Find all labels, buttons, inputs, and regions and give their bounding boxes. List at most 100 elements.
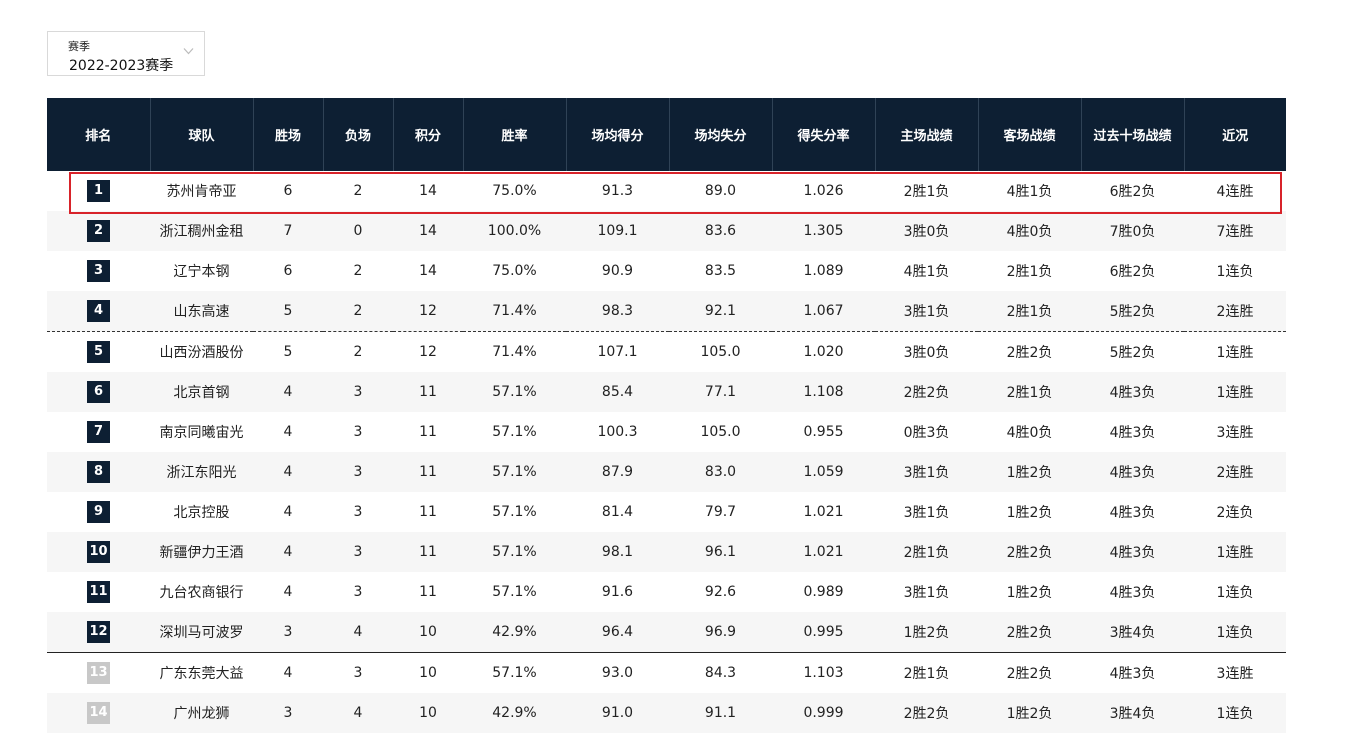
wins-cell: 6 — [253, 251, 323, 291]
standings-table: 排名 球队 胜场 负场 积分 胜率 场均得分 场均失分 得失分率 主场战绩 客场… — [47, 98, 1286, 733]
away-record-cell: 2胜2负 — [978, 652, 1081, 693]
ppg-cell: 107.1 — [566, 331, 669, 372]
home-record-cell: 0胜3负 — [875, 412, 978, 452]
header-ratio: 得失分率 — [771, 98, 875, 171]
win-pct-cell: 57.1% — [463, 492, 566, 532]
season-select[interactable]: 赛季 2022-2023赛季 — [47, 31, 205, 76]
header-points: 积分 — [392, 98, 463, 171]
rank-badge: 9 — [87, 501, 110, 523]
last10-cell: 6胜2负 — [1081, 171, 1184, 211]
streak-cell: 2连负 — [1184, 492, 1286, 532]
streak-cell: 2连胜 — [1184, 291, 1286, 332]
win-pct-cell: 42.9% — [463, 612, 566, 653]
streak-cell: 3连胜 — [1184, 412, 1286, 452]
papg-cell: 105.0 — [669, 412, 772, 452]
away-record-cell: 1胜2负 — [978, 572, 1081, 612]
home-record-cell: 2胜1负 — [875, 171, 978, 211]
ratio-cell: 1.059 — [772, 452, 875, 492]
rank-cell: 14 — [47, 693, 150, 733]
away-record-cell: 4胜0负 — [978, 412, 1081, 452]
rank-cell: 4 — [47, 291, 150, 332]
losses-cell: 3 — [323, 532, 393, 572]
ppg-cell: 91.0 — [566, 693, 669, 733]
papg-cell: 105.0 — [669, 331, 772, 372]
wins-cell: 5 — [253, 291, 323, 332]
wins-cell: 4 — [253, 492, 323, 532]
losses-cell: 3 — [323, 412, 393, 452]
team-cell: 山东高速 — [150, 291, 253, 332]
rank-cell: 3 — [47, 251, 150, 291]
table-row: 11 九台农商银行 4 3 11 57.1% 91.6 92.6 0.989 3胜1负 1胜2负 4胜… — [47, 572, 1286, 612]
papg-cell: 83.6 — [669, 211, 772, 251]
table-row: 9 北京控股 4 3 11 57.1% 81.4 79.7 1.021 3胜1负 1胜2负 4胜3负 2… — [47, 492, 1286, 532]
header-ppg: 场均得分 — [565, 98, 669, 171]
streak-cell: 1连负 — [1184, 693, 1286, 733]
rank-badge: 7 — [87, 421, 110, 443]
away-record-cell: 4胜1负 — [978, 171, 1081, 211]
wins-cell: 4 — [253, 412, 323, 452]
last10-cell: 5胜2负 — [1081, 331, 1184, 372]
header-wins: 胜场 — [252, 98, 323, 171]
table-row: 8 浙江东阳光 4 3 11 57.1% 87.9 83.0 1.059 3胜1负 1胜2负 4胜3负… — [47, 452, 1286, 492]
home-record-cell: 3胜1负 — [875, 452, 978, 492]
team-cell: 九台农商银行 — [150, 572, 253, 612]
last10-cell: 4胜3负 — [1081, 372, 1184, 412]
last10-cell: 5胜2负 — [1081, 291, 1184, 332]
last10-cell: 4胜3负 — [1081, 652, 1184, 693]
points-cell: 12 — [393, 291, 463, 332]
away-record-cell: 2胜1负 — [978, 251, 1081, 291]
away-record-cell: 2胜1负 — [978, 291, 1081, 332]
win-pct-cell: 57.1% — [463, 452, 566, 492]
ratio-cell: 1.021 — [772, 532, 875, 572]
rank-cell: 6 — [47, 372, 150, 412]
team-cell: 广州龙狮 — [150, 693, 253, 733]
table-row: 7 南京同曦宙光 4 3 11 57.1% 100.3 105.0 0.955 0胜3负 4胜0负 4… — [47, 412, 1286, 452]
ratio-cell: 1.020 — [772, 331, 875, 372]
away-record-cell: 2胜2负 — [978, 612, 1081, 653]
losses-cell: 2 — [323, 251, 393, 291]
header-team: 球队 — [149, 98, 253, 171]
streak-cell: 2连胜 — [1184, 452, 1286, 492]
home-record-cell: 3胜1负 — [875, 572, 978, 612]
win-pct-cell: 71.4% — [463, 331, 566, 372]
ppg-cell: 87.9 — [566, 452, 669, 492]
points-cell: 11 — [393, 492, 463, 532]
points-cell: 10 — [393, 693, 463, 733]
win-pct-cell: 57.1% — [463, 412, 566, 452]
win-pct-cell: 57.1% — [463, 652, 566, 693]
home-record-cell: 3胜1负 — [875, 492, 978, 532]
wins-cell: 3 — [253, 612, 323, 653]
losses-cell: 3 — [323, 372, 393, 412]
wins-cell: 4 — [253, 572, 323, 612]
rank-badge: 12 — [87, 621, 110, 643]
home-record-cell: 2胜2负 — [875, 693, 978, 733]
win-pct-cell: 75.0% — [463, 251, 566, 291]
team-cell: 辽宁本钢 — [150, 251, 253, 291]
last10-cell: 4胜3负 — [1081, 452, 1184, 492]
streak-cell: 3连胜 — [1184, 652, 1286, 693]
losses-cell: 3 — [323, 652, 393, 693]
ratio-cell: 0.955 — [772, 412, 875, 452]
ratio-cell: 1.103 — [772, 652, 875, 693]
ratio-cell: 1.089 — [772, 251, 875, 291]
papg-cell: 96.9 — [669, 612, 772, 653]
streak-cell: 1连胜 — [1184, 532, 1286, 572]
streak-cell: 1连负 — [1184, 612, 1286, 653]
team-cell: 深圳马可波罗 — [150, 612, 253, 653]
home-record-cell: 1胜2负 — [875, 612, 978, 653]
rank-cell: 8 — [47, 452, 150, 492]
streak-cell: 1连胜 — [1184, 331, 1286, 372]
ppg-cell: 93.0 — [566, 652, 669, 693]
last10-cell: 6胜2负 — [1081, 251, 1184, 291]
rank-badge: 11 — [87, 581, 110, 603]
away-record-cell: 2胜2负 — [978, 331, 1081, 372]
team-cell: 苏州肯帝亚 — [150, 171, 253, 211]
last10-cell: 3胜4负 — [1081, 693, 1184, 733]
ppg-cell: 100.3 — [566, 412, 669, 452]
home-record-cell: 2胜1负 — [875, 652, 978, 693]
win-pct-cell: 75.0% — [463, 171, 566, 211]
last10-cell: 3胜4负 — [1081, 612, 1184, 653]
papg-cell: 83.5 — [669, 251, 772, 291]
losses-cell: 3 — [323, 492, 393, 532]
losses-cell: 4 — [323, 693, 393, 733]
